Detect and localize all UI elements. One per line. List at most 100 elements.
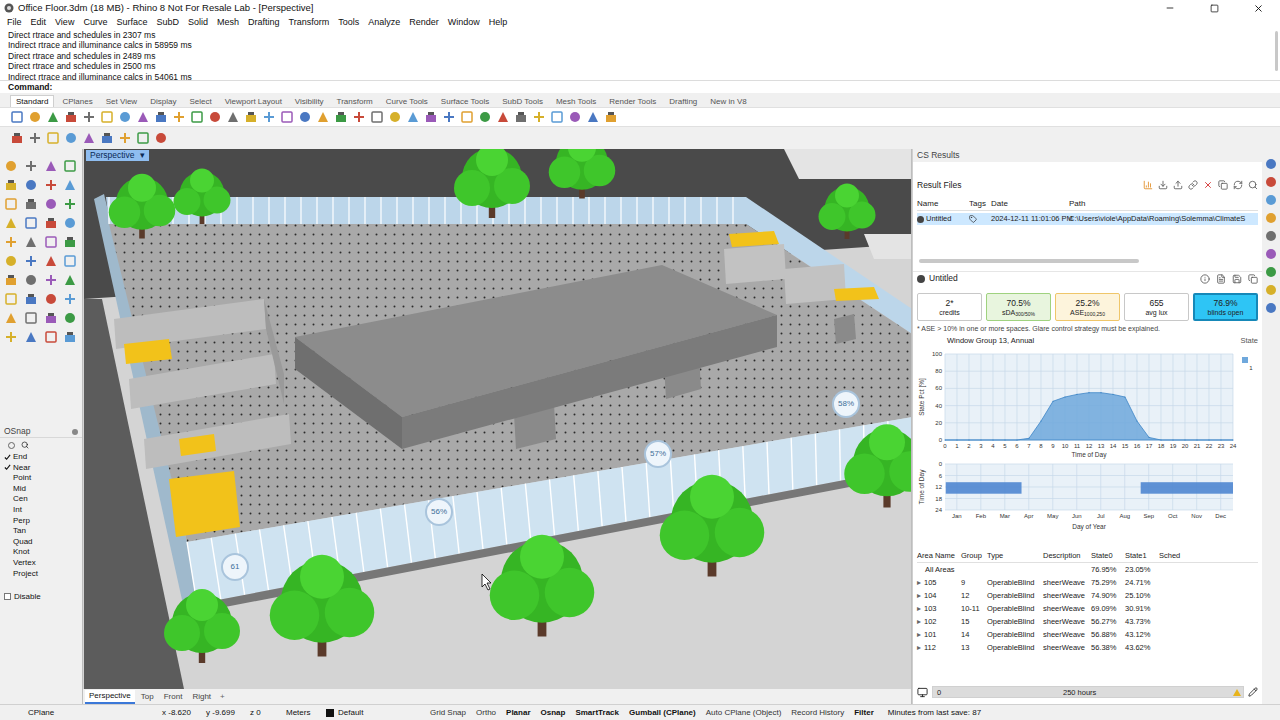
viewport-tab[interactable]: Front xyxy=(160,691,187,703)
tool-icon[interactable] xyxy=(63,273,77,287)
panel-icon[interactable] xyxy=(1266,249,1276,259)
tool-icon[interactable] xyxy=(64,110,78,124)
tool-icon[interactable] xyxy=(24,235,38,249)
tool-icon[interactable] xyxy=(44,254,58,268)
tool-icon[interactable] xyxy=(136,131,150,145)
toolbar-tab[interactable]: Drafting xyxy=(664,96,702,107)
tool-icon[interactable] xyxy=(352,110,366,124)
column-header[interactable]: Group xyxy=(961,550,987,562)
tool-icon[interactable] xyxy=(316,110,330,124)
column-header[interactable]: State1 xyxy=(1125,550,1159,562)
tool-icon[interactable] xyxy=(44,178,58,192)
tool-icon[interactable] xyxy=(4,159,18,173)
osnap-disable[interactable]: Disable xyxy=(0,591,82,602)
tool-icon[interactable] xyxy=(442,110,456,124)
tool-icon[interactable] xyxy=(82,131,96,145)
tool-icon[interactable] xyxy=(154,110,168,124)
area-row[interactable]: ▸10412OperableBlindsheerWeave74.90%25.10… xyxy=(917,589,1258,602)
horizontal-scrollbar[interactable] xyxy=(919,259,1139,263)
menu-item[interactable]: Transform xyxy=(289,16,330,30)
import-icon[interactable] xyxy=(1158,180,1168,190)
menu-item[interactable]: File xyxy=(7,16,22,30)
metric-card[interactable]: 70.5%sDA300/50% xyxy=(986,293,1051,321)
filter-icon[interactable] xyxy=(21,441,29,449)
tool-icon[interactable] xyxy=(64,131,78,145)
menu-item[interactable]: Solid xyxy=(188,16,208,30)
tool-icon[interactable] xyxy=(4,197,18,211)
tag-icon[interactable] xyxy=(969,215,977,223)
tool-icon[interactable] xyxy=(24,330,38,344)
menu-item[interactable]: Mesh xyxy=(217,16,239,30)
tool-icon[interactable] xyxy=(118,110,132,124)
tool-icon[interactable] xyxy=(44,292,58,306)
panel-icon[interactable] xyxy=(1266,195,1276,205)
viewport-label[interactable]: Perspective▾ xyxy=(86,150,149,161)
toolbar-tab[interactable]: Transform xyxy=(332,96,378,107)
metric-card[interactable]: 2*credits xyxy=(917,293,982,321)
info-icon[interactable] xyxy=(1200,274,1210,284)
monitor-icon[interactable] xyxy=(917,687,928,698)
osnap-item[interactable]: Near xyxy=(0,463,82,474)
tool-icon[interactable] xyxy=(100,131,114,145)
tool-icon[interactable] xyxy=(334,110,348,124)
link-icon[interactable] xyxy=(1188,180,1198,190)
tool-icon[interactable] xyxy=(4,235,18,249)
tool-icon[interactable] xyxy=(63,178,77,192)
panel-icon[interactable] xyxy=(1266,267,1276,277)
tool-icon[interactable] xyxy=(63,159,77,173)
tool-icon[interactable] xyxy=(604,110,618,124)
toolbar-tab[interactable]: Mesh Tools xyxy=(551,96,601,107)
tool-icon[interactable] xyxy=(136,110,150,124)
tool-icon[interactable] xyxy=(44,159,58,173)
metric-card[interactable]: 76.9%blinds open xyxy=(1193,293,1258,321)
tool-icon[interactable] xyxy=(532,110,546,124)
tool-icon[interactable] xyxy=(63,197,77,211)
area-row[interactable]: ▸10310-11OperableBlindsheerWeave69.09%30… xyxy=(917,602,1258,615)
menu-item[interactable]: Analyze xyxy=(368,16,400,30)
toolbar-tab[interactable]: CPlanes xyxy=(57,96,97,107)
tool-icon[interactable] xyxy=(262,110,276,124)
panel-icon[interactable] xyxy=(1266,231,1276,241)
tool-icon[interactable] xyxy=(118,131,132,145)
tool-icon[interactable] xyxy=(24,216,38,230)
tool-icon[interactable] xyxy=(44,330,58,344)
status-toggle[interactable]: Osnap xyxy=(541,707,566,719)
tool-icon[interactable] xyxy=(4,178,18,192)
tool-icon[interactable] xyxy=(44,197,58,211)
tool-icon[interactable] xyxy=(208,110,222,124)
tool-icon[interactable] xyxy=(298,110,312,124)
area-row[interactable]: All Areas76.95%23.05% xyxy=(917,563,1258,576)
panel-icon[interactable] xyxy=(1266,213,1276,223)
area-row[interactable]: ▸10114OperableBlindsheerWeave56.88%43.12… xyxy=(917,628,1258,641)
column-header[interactable]: Description xyxy=(1043,550,1091,562)
tool-icon[interactable] xyxy=(496,110,510,124)
tool-icon[interactable] xyxy=(63,330,77,344)
menu-item[interactable]: Drafting xyxy=(248,16,280,30)
tool-icon[interactable] xyxy=(63,216,77,230)
tool-icon[interactable] xyxy=(28,110,42,124)
osnap-item[interactable]: Point xyxy=(0,473,82,484)
metric-card[interactable]: 25.2%ASE1000,250 xyxy=(1055,293,1120,321)
menu-item[interactable]: Surface xyxy=(116,16,147,30)
export-icon[interactable] xyxy=(1173,180,1183,190)
menu-item[interactable]: Render xyxy=(409,16,439,30)
status-toggle[interactable]: Planar xyxy=(506,707,530,719)
refresh-icon[interactable] xyxy=(1233,180,1243,190)
tool-icon[interactable] xyxy=(4,292,18,306)
tool-icon[interactable] xyxy=(100,110,114,124)
tool-icon[interactable] xyxy=(190,110,204,124)
tool-icon[interactable] xyxy=(44,273,58,287)
tool-icon[interactable] xyxy=(4,254,18,268)
viewport-tab[interactable]: Top xyxy=(137,691,158,703)
column-header[interactable]: Name xyxy=(917,198,969,210)
tool-icon[interactable] xyxy=(10,131,24,145)
menu-item[interactable]: Edit xyxy=(31,16,47,30)
toolbar-tab[interactable]: Visibility xyxy=(290,96,329,107)
column-header[interactable]: State0 xyxy=(1091,550,1125,562)
tool-icon[interactable] xyxy=(4,273,18,287)
tool-icon[interactable] xyxy=(24,197,38,211)
status-toggle[interactable]: Filter xyxy=(854,707,874,719)
tool-icon[interactable] xyxy=(280,110,294,124)
osnap-item[interactable]: Quad xyxy=(0,537,82,548)
area-row[interactable]: ▸11213OperableBlindsheerWeave56.38%43.62… xyxy=(917,641,1258,654)
